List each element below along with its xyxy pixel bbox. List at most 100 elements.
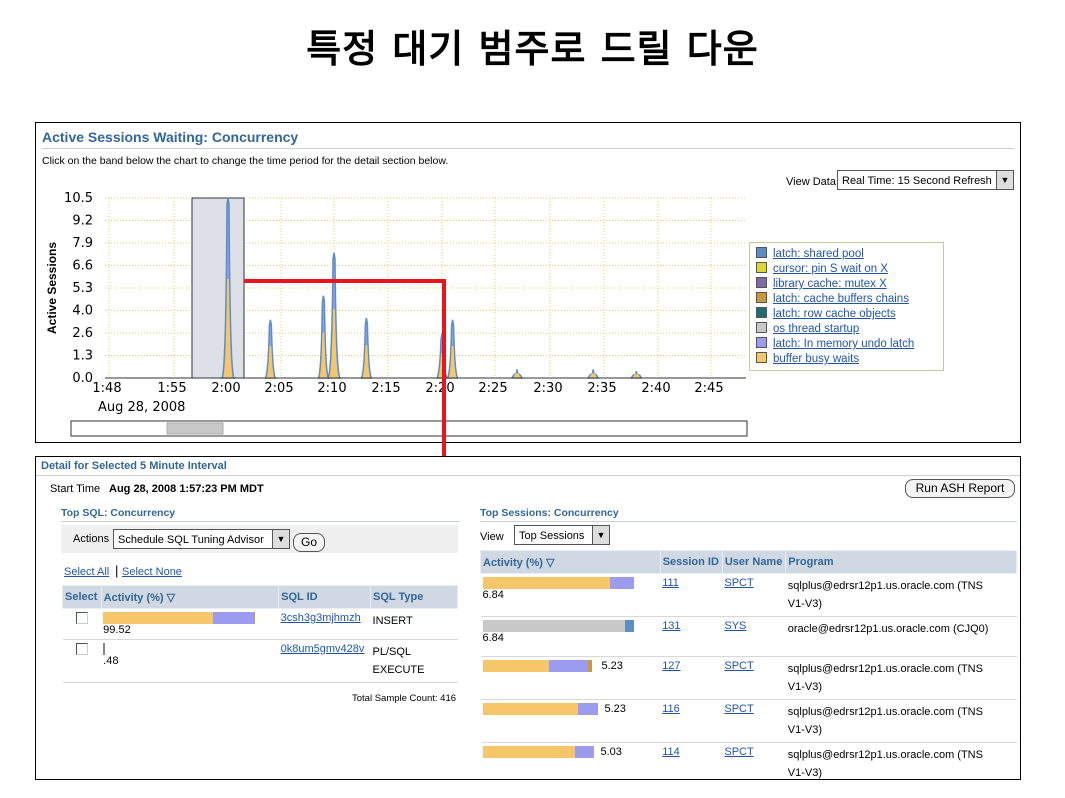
user-name-link[interactable]: SPCT xyxy=(724,746,753,758)
activity-cell: 5.03 xyxy=(480,742,661,779)
activity-cell: 6.84 xyxy=(480,573,661,617)
user-name-link[interactable]: SPCT xyxy=(724,703,753,715)
legend-label[interactable]: cursor: pin S wait on X xyxy=(773,263,888,275)
legend-item[interactable]: buffer busy waits xyxy=(756,352,859,367)
legend-swatch xyxy=(756,322,767,333)
session-id-link[interactable]: 127 xyxy=(662,660,680,672)
program-text: V1-V3) xyxy=(787,767,823,779)
time-slider-handle[interactable] xyxy=(166,422,224,435)
column-header: Program xyxy=(785,550,1017,574)
chevron-down-icon: ▼ xyxy=(272,530,289,548)
program-cell: sqlplus@edrsr12p1.us.oracle.com (TNS V1-V… xyxy=(785,573,1017,617)
legend-label[interactable]: latch: row cache objects xyxy=(773,308,896,320)
activity-cell: .48 xyxy=(101,639,279,683)
legend-item[interactable]: os thread startup xyxy=(756,322,859,337)
session-id-cell: 111 xyxy=(660,573,723,617)
column-header[interactable]: Activity (%) ▽ xyxy=(480,550,661,574)
legend-item[interactable]: latch: shared pool xyxy=(756,247,864,262)
sql-id-link[interactable]: 0k8um5gmv428v xyxy=(281,643,365,655)
activity-value: 6.84 xyxy=(482,589,504,601)
user-name-cell: SPCT xyxy=(722,656,786,700)
y-tick-label: 5.3 xyxy=(72,281,93,296)
y-tick-label: 2.6 xyxy=(72,326,93,341)
legend-label[interactable]: latch: shared pool xyxy=(773,248,864,260)
total-sample-count: Total Sample Count: 416 xyxy=(352,693,457,704)
selected-interval-band[interactable] xyxy=(191,197,245,379)
actions-select[interactable]: Schedule SQL Tuning Advisor ▼ xyxy=(113,529,290,549)
legend-item[interactable]: library cache: mutex X xyxy=(756,277,887,292)
x-tick-label: 2:05 xyxy=(264,381,293,396)
activity-bar-segment xyxy=(610,577,635,589)
user-name-link[interactable]: SPCT xyxy=(724,660,753,672)
session-id-link[interactable]: 114 xyxy=(662,746,680,758)
slide-title: 특정 대기 범주로 드릴 다운 xyxy=(306,27,759,71)
activity-value: 5.03 xyxy=(600,746,622,758)
table-row: 5.23 116 SPCT sqlplus@edrsr12p1.us.oracle.c… xyxy=(480,699,1017,743)
session-id-cell: 114 xyxy=(660,742,723,779)
go-button[interactable]: Go xyxy=(293,533,325,552)
column-header: Session ID xyxy=(659,550,723,574)
program-text: sqlplus@edrsr12p1.us.oracle.com (TNS xyxy=(787,706,983,718)
sql-id-link[interactable]: 3csh3g3mjhmzh xyxy=(281,612,361,624)
view-select[interactable]: Top Sessions ▼ xyxy=(514,525,610,545)
start-time-label: Start Time xyxy=(50,483,101,495)
link-separator: | xyxy=(115,563,119,578)
activity-bar-segment xyxy=(549,660,588,672)
y-tick-label: 0.0 xyxy=(72,371,93,386)
select-all-link[interactable]: Select All xyxy=(64,566,109,578)
detail-divider xyxy=(36,475,1020,476)
program-text: sqlplus@edrsr12p1.us.oracle.com (TNS xyxy=(787,663,983,675)
x-tick-label: 1:55 xyxy=(157,381,186,396)
active-sessions-panel: Active Sessions Waiting: Concurrency Cli… xyxy=(35,122,1021,443)
x-date-label: Aug 28, 2008 xyxy=(98,400,185,415)
legend-item[interactable]: latch: cache buffers chains xyxy=(756,292,909,307)
activity-value: 5.23 xyxy=(604,703,626,715)
program-cell: sqlplus@edrsr12p1.us.oracle.com (TNS V1-V… xyxy=(785,742,1017,779)
activity-bar-segment xyxy=(575,746,595,758)
legend-item[interactable]: cursor: pin S wait on X xyxy=(756,262,888,277)
activity-line: 5.03 xyxy=(482,746,659,758)
user-name-cell: SPCT xyxy=(722,573,786,617)
activity-cell: 99.52 xyxy=(101,608,279,640)
select-none-link[interactable]: Select None xyxy=(122,566,182,578)
x-tick-label: 2:30 xyxy=(533,381,562,396)
activity-bar xyxy=(482,577,635,589)
session-id-link[interactable]: 116 xyxy=(662,703,680,715)
legend-label[interactable]: latch: cache buffers chains xyxy=(773,293,909,305)
top-sql-table: Select Activity (%) ▽ SQL ID SQL Type 99.52… xyxy=(62,585,458,683)
session-id-cell: 127 xyxy=(660,656,723,700)
user-name-link[interactable]: SYS xyxy=(724,620,746,632)
legend-item[interactable]: latch: In memory undo latch xyxy=(756,337,914,352)
column-header: Select xyxy=(62,585,102,609)
x-tick-label: 2:35 xyxy=(587,381,616,396)
column-header[interactable]: Activity (%) ▽ xyxy=(100,585,280,609)
column-header: SQL Type xyxy=(370,585,458,609)
activity-value: .48 xyxy=(103,655,119,667)
user-name-cell: SPCT xyxy=(722,699,786,743)
x-tick-label: 2:40 xyxy=(641,381,670,396)
session-id-link[interactable]: 111 xyxy=(662,577,679,589)
legend-label[interactable]: os thread startup xyxy=(773,323,859,335)
sql-type: PL/SQL xyxy=(372,646,412,658)
activity-value: 99.52 xyxy=(103,624,131,636)
sql-type-cell: INSERT xyxy=(370,608,458,640)
top-sql-title: Top SQL: Concurrency xyxy=(61,507,176,519)
row-checkbox[interactable] xyxy=(75,612,88,624)
table-row: 5.23 127 SPCT sqlplus@edrsr12p1.us.oracle.c… xyxy=(480,656,1017,700)
x-tick-label: 2:00 xyxy=(211,381,240,396)
row-checkbox[interactable] xyxy=(75,643,88,655)
y-tick-label: 6.6 xyxy=(72,259,93,274)
legend-item[interactable]: latch: row cache objects xyxy=(756,307,896,322)
run-ash-report-button[interactable]: Run ASH Report xyxy=(905,479,1015,498)
legend-label[interactable]: latch: In memory undo latch xyxy=(773,338,914,350)
legend-label[interactable]: library cache: mutex X xyxy=(773,278,887,290)
user-name-link[interactable]: SPCT xyxy=(724,577,753,589)
session-id-link[interactable]: 131 xyxy=(662,620,680,632)
x-tick-label: 2:20 xyxy=(425,381,454,396)
legend-swatch xyxy=(756,352,767,363)
activity-bar-segment xyxy=(253,612,256,624)
activity-bar-segment xyxy=(625,620,635,632)
column-header: User Name xyxy=(721,550,787,574)
top-sessions-table: Activity (%) ▽ Session ID User Name Program… xyxy=(480,550,1017,779)
legend-label[interactable]: buffer busy waits xyxy=(773,353,859,365)
